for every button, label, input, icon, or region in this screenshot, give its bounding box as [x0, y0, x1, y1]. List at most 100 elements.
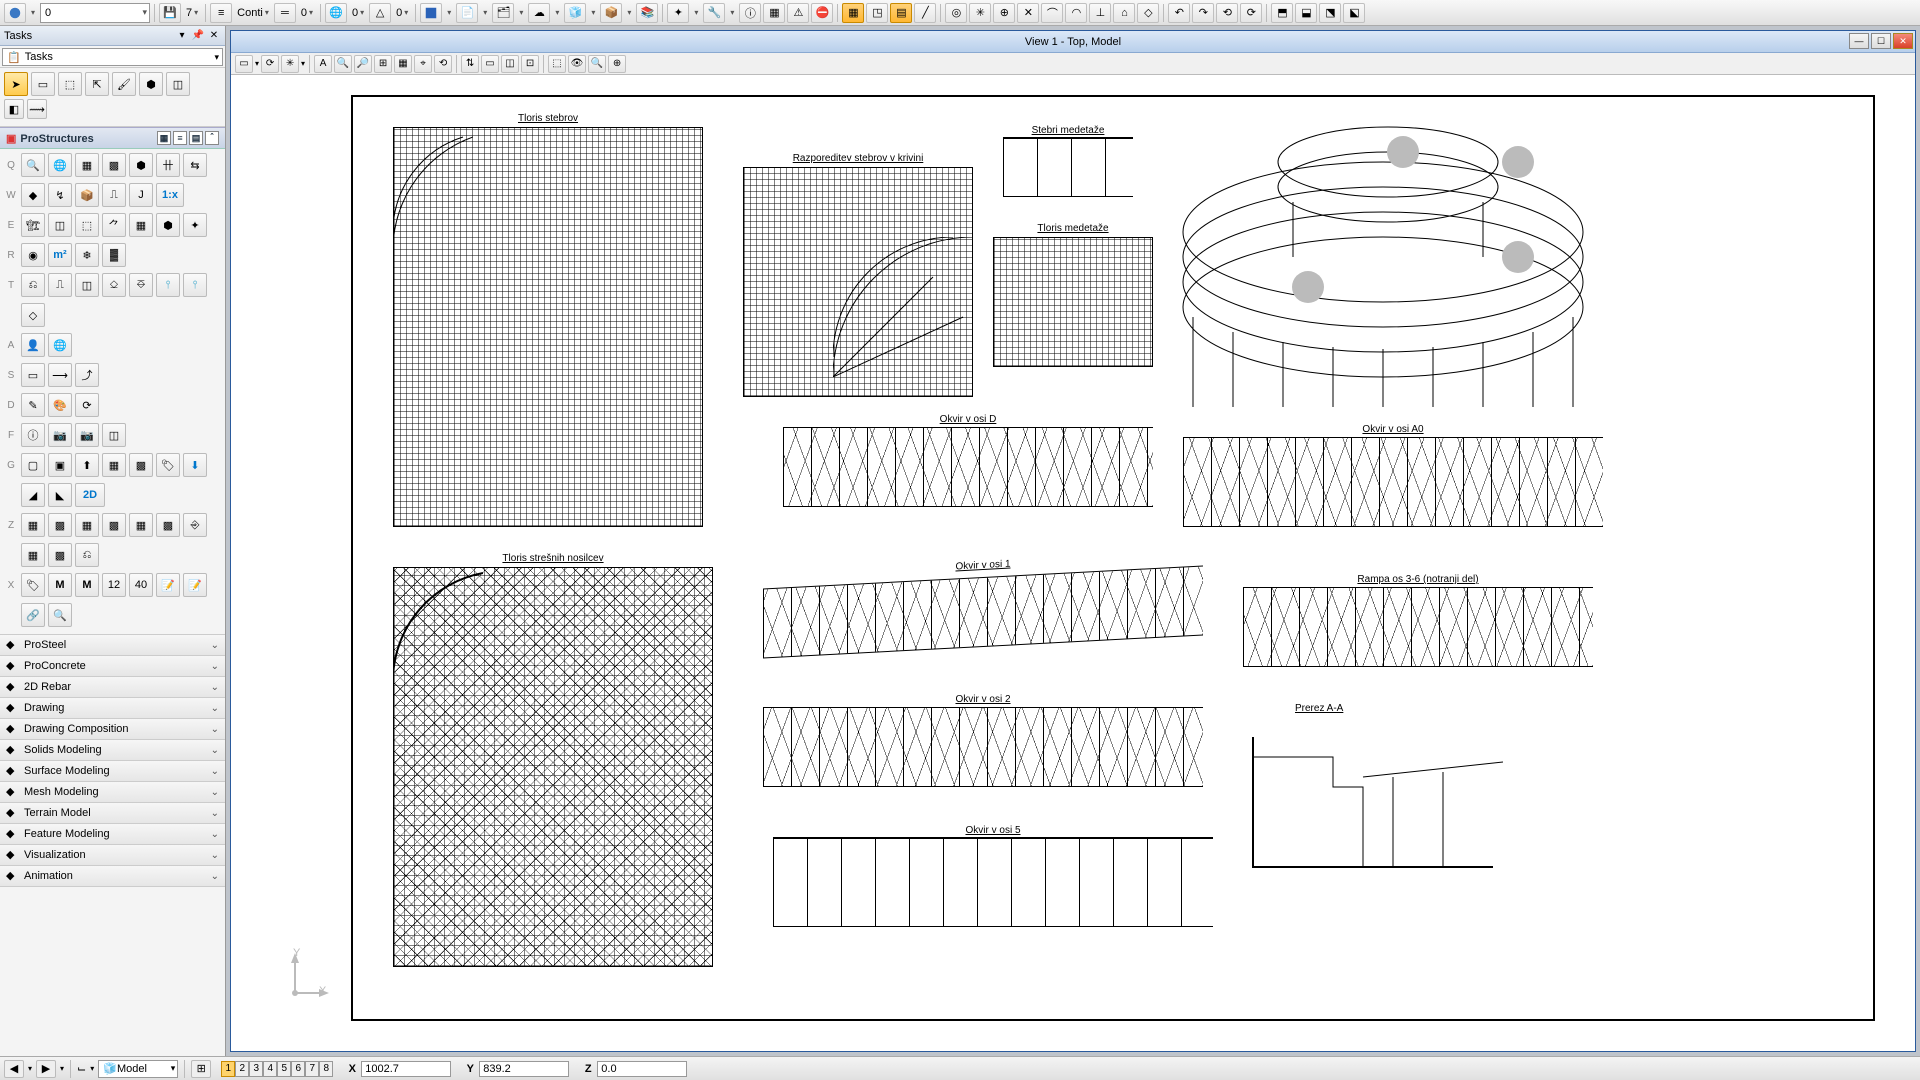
ps-g6[interactable]: 🏷 — [156, 453, 180, 477]
coord-y-input[interactable] — [479, 1061, 569, 1077]
ps-x1[interactable]: ◇ — [21, 303, 45, 327]
view-tab-8[interactable]: 8 — [319, 1061, 333, 1077]
info-icon[interactable]: ⓘ — [739, 3, 761, 23]
ps-e7[interactable]: ✦ — [183, 213, 207, 237]
mode-2-icon[interactable]: ◳ — [866, 3, 888, 23]
ps-bolt2[interactable]: ⫯ — [183, 273, 207, 297]
minimize-icon[interactable]: — — [1849, 33, 1869, 49]
ps-d1[interactable]: ✎ — [21, 393, 45, 417]
section-2d-rebar[interactable]: ◆2D Rebar⌄ — [0, 677, 225, 698]
ps-e4[interactable]: ⺈ — [102, 213, 126, 237]
layers-icon[interactable]: 📚 — [636, 3, 658, 23]
views-icon[interactable]: ⊞ — [191, 1060, 211, 1078]
select-like-icon[interactable]: ⬚ — [58, 72, 82, 96]
value-combo[interactable]: 0 — [40, 3, 150, 23]
end-icon[interactable]: ◇ — [1137, 3, 1159, 23]
ps-a2[interactable]: 🌐 — [48, 333, 72, 357]
ps-M1[interactable]: M — [48, 573, 72, 597]
ps-z6[interactable]: ▩ — [156, 513, 180, 537]
line-tool-icon[interactable]: ╱ — [914, 3, 936, 23]
rot-1-icon[interactable]: ↶ — [1168, 3, 1190, 23]
ps-d2[interactable]: 🎨 — [48, 393, 72, 417]
ps-e2[interactable]: ◫ — [48, 213, 72, 237]
ps-down[interactable]: ⬇ — [183, 453, 207, 477]
ps-g2[interactable]: ▣ — [48, 453, 72, 477]
view-tab-4[interactable]: 4 — [263, 1061, 277, 1077]
ps-g3[interactable]: ⬆ — [75, 453, 99, 477]
tool-3-icon[interactable]: 🗂 — [492, 3, 514, 23]
view-3-icon[interactable]: ⬔ — [1319, 3, 1341, 23]
view-tab-6[interactable]: 6 — [291, 1061, 305, 1077]
ps-g4[interactable]: ▦ — [102, 453, 126, 477]
vtb-13[interactable]: ◫ — [501, 55, 519, 73]
mode-1-icon[interactable]: ▦ — [842, 3, 864, 23]
prostructures-heading[interactable]: ▣ProStructures ▦ ≡ ▤ ＾ — [0, 127, 225, 149]
vtb-18[interactable]: ⊕ — [608, 55, 626, 73]
tan-icon[interactable]: ⌒ — [1041, 3, 1063, 23]
vtb-15[interactable]: ⬚ — [548, 55, 566, 73]
linestyle-dd[interactable]: Conti▾ — [234, 3, 272, 23]
warn-icon[interactable]: ⚠ — [787, 3, 809, 23]
ps-2d1[interactable]: ◢ — [21, 483, 45, 507]
ps-e1[interactable]: 🏗 — [21, 213, 45, 237]
close-icon[interactable]: ✕ — [207, 29, 221, 43]
globe-icon[interactable]: 🌐 — [325, 3, 347, 23]
tool-5-icon[interactable]: 🧊 — [564, 3, 586, 23]
vtb-14[interactable]: ⊡ — [521, 55, 539, 73]
vtb-4[interactable]: A — [314, 55, 332, 73]
nav-fwd-icon[interactable]: ▶ — [36, 1060, 56, 1078]
ps-f1[interactable]: ⓘ — [21, 423, 45, 447]
ps-q1[interactable]: 🔍 — [21, 153, 45, 177]
ps-last2[interactable]: 🔍 — [48, 603, 72, 627]
tool-2-icon[interactable]: 📄 — [456, 3, 478, 23]
ps-w5[interactable]: J — [129, 183, 153, 207]
pin-icon[interactable]: 📌 — [191, 29, 205, 43]
ps-w1[interactable]: ◆ — [21, 183, 45, 207]
view-tab-1[interactable]: 1 — [221, 1061, 235, 1077]
vtb-6[interactable]: 🔎 — [354, 55, 372, 73]
tool-8-dd[interactable]: ▾ — [727, 3, 737, 23]
section-prosteel[interactable]: ◆ProSteel⌄ — [0, 635, 225, 656]
rot-3-icon[interactable]: ⟲ — [1216, 3, 1238, 23]
maximize-icon[interactable]: ☐ — [1871, 33, 1891, 49]
ps-q7[interactable]: ⇆ — [183, 153, 207, 177]
section-solids-modeling[interactable]: ◆Solids Modeling⌄ — [0, 740, 225, 761]
save-dd[interactable]: 7▾ — [183, 3, 201, 23]
ps-d3[interactable]: ⟳ — [75, 393, 99, 417]
nav-back-icon[interactable]: ◀ — [4, 1060, 24, 1078]
select-group-icon[interactable]: ⬢ — [139, 72, 163, 96]
view-1-icon[interactable]: ⬒ — [1271, 3, 1293, 23]
tool-4-icon[interactable]: ☁ — [528, 3, 550, 23]
snap-dd[interactable]: ▾ — [691, 3, 701, 23]
view-mode-list-icon[interactable]: ≡ — [173, 131, 187, 145]
tool-2-dd[interactable]: ▾ — [480, 3, 490, 23]
globe-dd[interactable]: 0▾ — [349, 3, 367, 23]
ps-a1[interactable]: 👤 — [21, 333, 45, 357]
close-window-icon[interactable]: ✕ — [1893, 33, 1913, 49]
select-brush-icon[interactable]: 🖌 — [112, 72, 136, 96]
ps-z7[interactable]: ⎆ — [183, 513, 207, 537]
vtb-12[interactable]: ▭ — [481, 55, 499, 73]
center-icon[interactable]: ⊕ — [993, 3, 1015, 23]
vtb-17[interactable]: 🔍 — [588, 55, 606, 73]
snap-icon[interactable]: ✦ — [667, 3, 689, 23]
section-drawing[interactable]: ◆Drawing⌄ — [0, 698, 225, 719]
section-visualization[interactable]: ◆Visualization⌄ — [0, 845, 225, 866]
ps-r3[interactable]: ❄ — [75, 243, 99, 267]
ps-g1[interactable]: ▢ — [21, 453, 45, 477]
ps-s3[interactable]: ⤴ — [75, 363, 99, 387]
panel-menu-icon[interactable]: ▾ — [175, 29, 189, 43]
view-titlebar[interactable]: View 1 - Top, Model — ☐ ✕ — [231, 31, 1915, 53]
perp-icon[interactable]: ⊥ — [1089, 3, 1111, 23]
ps-r1[interactable]: ◉ — [21, 243, 45, 267]
ps-t5[interactable]: ⎑ — [129, 273, 153, 297]
table-icon[interactable]: ▦ — [763, 3, 785, 23]
ps-zz1[interactable]: ▦ — [21, 543, 45, 567]
ps-note2[interactable]: 📝 — [183, 573, 207, 597]
priority-icon[interactable]: △ — [369, 3, 391, 23]
tasks-combo[interactable]: 📋 Tasks — [2, 48, 223, 66]
section-feature-modeling[interactable]: ◆Feature Modeling⌄ — [0, 824, 225, 845]
ps-e3[interactable]: ⬚ — [75, 213, 99, 237]
section-drawing-composition[interactable]: ◆Drawing Composition⌄ — [0, 719, 225, 740]
vtb-11[interactable]: ⇅ — [461, 55, 479, 73]
